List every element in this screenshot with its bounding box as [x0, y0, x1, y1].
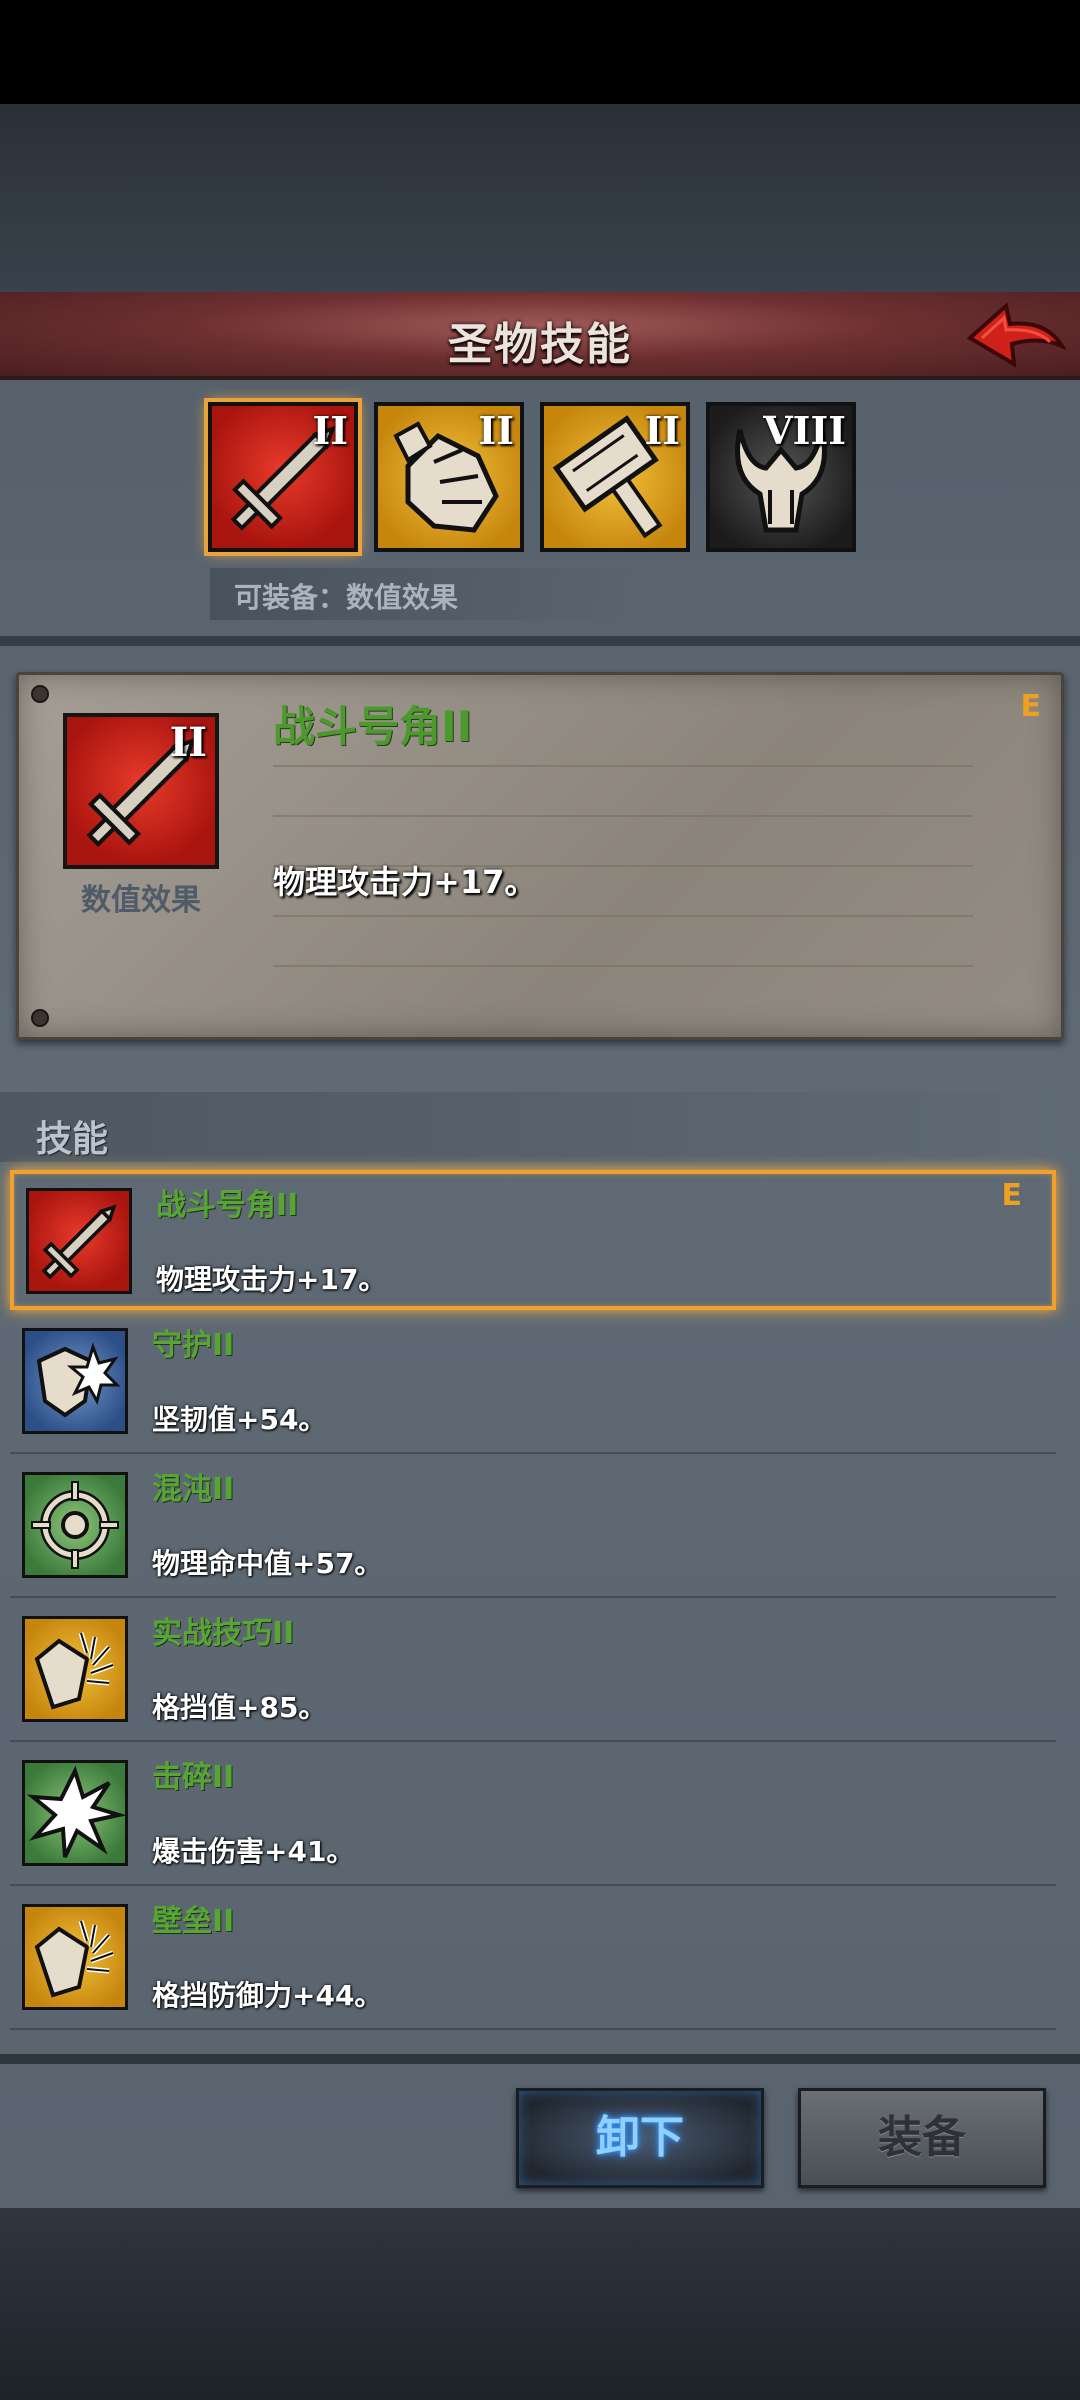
- equip-button[interactable]: 装备: [798, 2088, 1046, 2188]
- shield-strike-icon: [34, 1920, 114, 1998]
- card-rule-line: [273, 765, 973, 767]
- relic-slot-3[interactable]: II: [540, 402, 690, 552]
- skills-heading: 技能: [36, 1119, 109, 1160]
- relic-rank: VIII: [763, 408, 846, 453]
- detail-description: 物理攻击力+17。: [273, 863, 537, 901]
- relic-slot-1[interactable]: II: [204, 398, 362, 556]
- relic-rank: II: [312, 408, 348, 453]
- skill-icon: [22, 1760, 128, 1866]
- relic-skills-panel: 圣物技能 II II II VIII 可装备：数值效果 II 数值效果 战斗号角…: [0, 292, 1080, 2208]
- sword-icon: [41, 1204, 117, 1280]
- skill-row[interactable]: 壁垒II 格挡防御力+44。: [10, 1890, 1056, 2030]
- crosshair-icon: [31, 1481, 119, 1569]
- card-rule-line: [273, 815, 973, 817]
- card-rule-line: [273, 915, 973, 917]
- background-top: [0, 104, 1080, 292]
- skill-name: 壁垒II: [152, 1904, 235, 1939]
- relic-rank: II: [644, 408, 680, 453]
- skill-icon: [26, 1188, 132, 1294]
- skill-row[interactable]: 守护II 坚韧值+54。: [10, 1314, 1056, 1454]
- rivet: [31, 685, 49, 703]
- divider: [0, 2054, 1080, 2064]
- panel-header: 圣物技能: [0, 292, 1080, 380]
- skill-icon: [22, 1904, 128, 2010]
- skill-icon: [22, 1328, 128, 1434]
- skill-row[interactable]: 混沌II 物理命中值+57。: [10, 1458, 1056, 1598]
- skill-description: 物理命中值+57。: [152, 1547, 383, 1580]
- detail-title: 战斗号角II: [273, 702, 473, 751]
- skill-detail-card: II 数值效果 战斗号角II 物理攻击力+17。 E: [16, 672, 1064, 1040]
- background-bottom: [0, 2208, 1080, 2400]
- status-bar-area: [0, 0, 1080, 104]
- skill-name: 战斗号角II: [156, 1188, 299, 1223]
- card-rule-line: [273, 965, 973, 967]
- relic-slot-4[interactable]: VIII: [706, 402, 856, 552]
- skill-description: 格挡值+85。: [152, 1691, 327, 1724]
- skill-icon: [22, 1472, 128, 1578]
- detail-icon-label: 数值效果: [81, 883, 201, 918]
- skill-row[interactable]: 战斗号角II 物理攻击力+17。 E: [10, 1170, 1056, 1310]
- skill-icon: [22, 1616, 128, 1722]
- skill-name: 混沌II: [152, 1472, 235, 1507]
- skill-name: 守护II: [152, 1328, 235, 1363]
- skill-description: 格挡防御力+44。: [152, 1979, 383, 2012]
- relic-slot-2[interactable]: II: [374, 402, 524, 552]
- skill-row[interactable]: 实战技巧II 格挡值+85。: [10, 1602, 1056, 1742]
- page-title: 圣物技能: [448, 319, 632, 370]
- shield-strike-icon: [34, 1632, 114, 1710]
- skill-description: 物理攻击力+17。: [156, 1263, 387, 1296]
- detail-icon: II: [63, 713, 219, 869]
- skill-name: 击碎II: [152, 1760, 235, 1795]
- shield-burst-icon: [36, 1342, 121, 1418]
- skill-grade: E: [1001, 1178, 1023, 1213]
- starburst-icon: [26, 1765, 127, 1858]
- detail-rank: II: [169, 719, 207, 766]
- skill-description: 爆击伤害+41。: [152, 1835, 355, 1868]
- skill-description: 坚韧值+54。: [152, 1403, 327, 1436]
- back-arrow-icon[interactable]: [966, 298, 1068, 374]
- skill-row[interactable]: 击碎II 爆击伤害+41。: [10, 1746, 1056, 1886]
- equip-hint: 可装备：数值效果: [210, 568, 630, 620]
- divider: [0, 636, 1080, 646]
- detail-grade: E: [1020, 689, 1042, 724]
- relic-rank: II: [478, 408, 514, 453]
- skill-name: 实战技巧II: [152, 1616, 295, 1651]
- rivet: [31, 1009, 49, 1027]
- skills-heading-bar: [0, 1092, 1080, 1162]
- unequip-button[interactable]: 卸下: [516, 2088, 764, 2188]
